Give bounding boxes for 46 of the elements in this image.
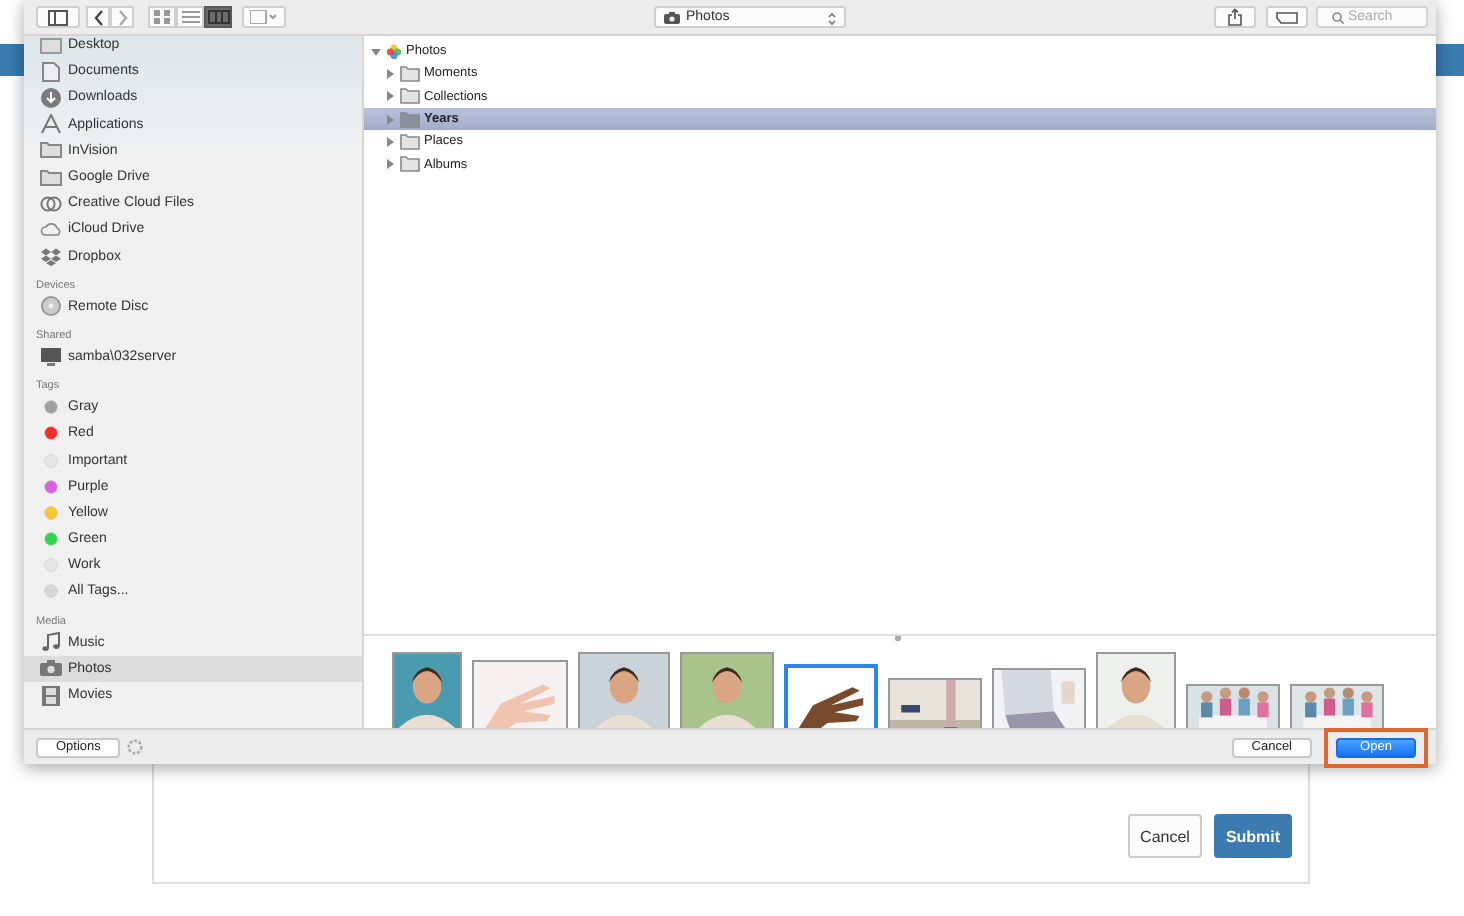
photo-thumbnail[interactable] [1290,684,1384,728]
camera-icon [40,660,62,677]
resize-grip-icon[interactable] [894,636,902,642]
monitor-icon [40,347,62,366]
document-icon [40,61,62,82]
folder-icon [40,142,62,159]
folder-icon [40,169,62,186]
dropbox-icon [40,247,62,266]
film-icon [40,685,62,706]
submit-button[interactable]: Submit [1214,814,1292,858]
icon-view-icon [154,10,170,24]
view-button[interactable] [204,6,232,28]
photo-thumbnail[interactable] [392,652,462,728]
music-note-icon [40,632,62,653]
share-icon [1228,8,1242,26]
disc-icon [40,296,62,317]
photo-thumbnail[interactable] [1186,684,1280,728]
sidebar-toggle-button[interactable] [36,6,80,28]
cancel-button[interactable]: Cancel [1128,814,1202,858]
share-button[interactable] [1214,6,1256,28]
photo-thumbnail[interactable] [472,660,568,728]
download-icon [40,87,62,108]
photo-thumbnail[interactable] [888,678,982,728]
column-view-icon [207,10,229,24]
photos-app-icon [386,43,402,60]
applications-icon [40,114,62,135]
photo-thumbnail[interactable] [680,652,774,728]
cloud-files-icon [40,195,62,212]
cloud-icon [40,222,62,237]
grid-caret-icon [250,10,278,24]
tag-button[interactable] [1266,6,1308,28]
updown-icon [828,12,836,26]
photo-thumbnail[interactable] [992,668,1086,728]
photo-thumbnail[interactable] [578,652,670,728]
list-view-icon [181,10,199,24]
spinner-icon [126,738,145,756]
sidebar-icon [48,9,68,25]
back-button[interactable] [86,6,110,28]
back-icon [93,9,103,25]
camera-icon [664,11,680,23]
arrange-button[interactable] [242,6,286,28]
search-icon [1332,11,1344,23]
forward-icon [117,9,127,25]
photo-thumbnail[interactable] [784,664,878,728]
photo-thumbnail[interactable] [1096,652,1176,728]
tag-icon [1276,11,1298,23]
